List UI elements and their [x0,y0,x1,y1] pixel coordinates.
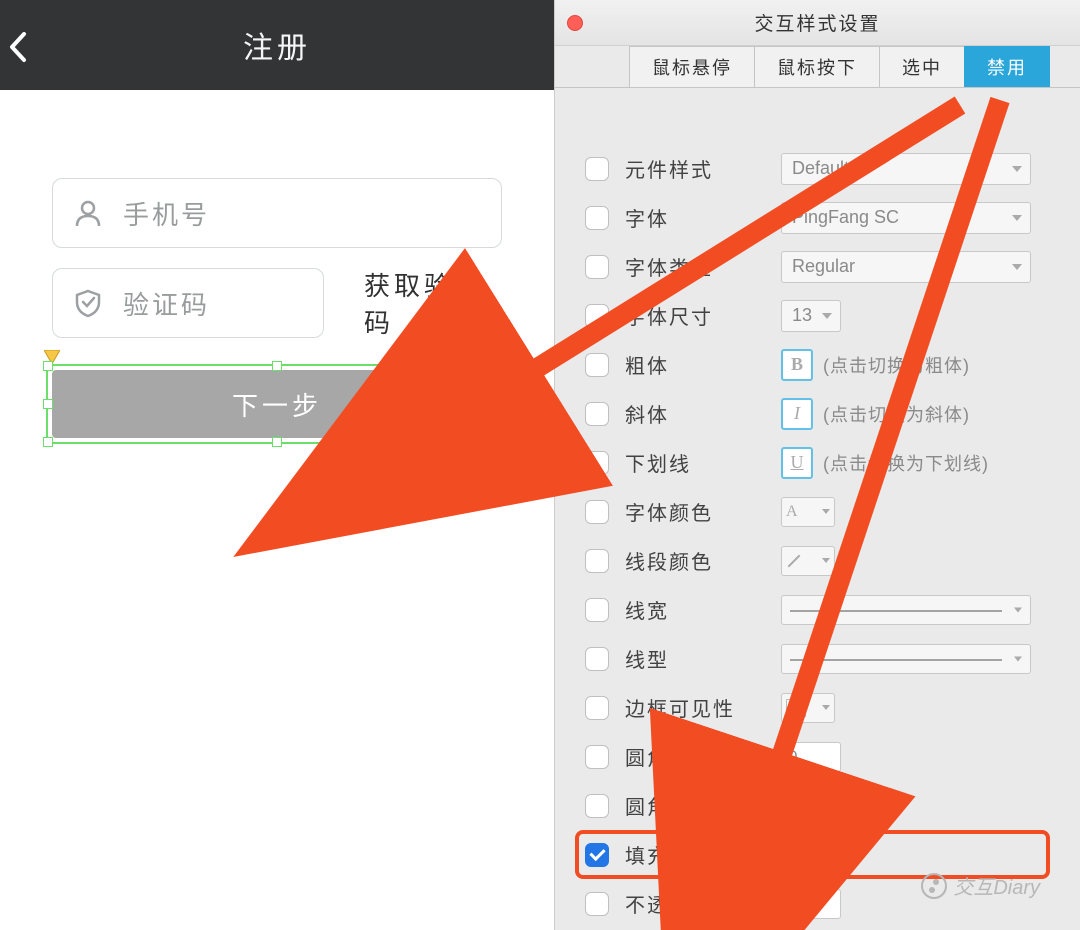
row-italic: 斜体 I (点击切换为斜体) [585,389,1050,438]
font-type-select[interactable]: Regular [781,251,1031,283]
label: 线宽 [625,595,765,624]
checkbox[interactable] [585,402,609,426]
row-line-width: 线宽 [585,585,1050,634]
checkbox[interactable] [585,157,609,181]
resize-handle[interactable] [501,437,511,447]
corner-radius-input[interactable]: 0 [781,742,841,772]
checkbox[interactable] [585,500,609,524]
label: 元件样式 [625,154,765,183]
resize-handle[interactable] [43,437,53,447]
next-button-label: 下一步 [232,386,322,423]
tab-selected[interactable]: 选中 [879,46,965,87]
label: 下划线 [625,448,765,477]
hint: (点击切换为粗体) [823,352,970,378]
checkbox[interactable] [585,745,609,769]
label: 斜体 [625,399,765,428]
row-font-color: 字体颜色 A [585,487,1050,536]
label: 圆角半径 [625,742,765,771]
label: 不透明 (%) [625,889,765,918]
row-font-type: 字体类型 Regular [585,242,1050,291]
selection-flag-icon [44,350,60,369]
tab-disabled[interactable]: 禁用 [964,46,1050,87]
label: 边框可见性 [625,693,765,722]
checkbox[interactable] [585,696,609,720]
label: 线型 [625,644,765,673]
label: 圆角可见性 [625,791,765,820]
row-corner-visibility: 圆角可见性 [585,781,1050,830]
phone-field[interactable]: 手机号 [52,178,502,248]
user-icon [71,196,105,230]
line-color-picker[interactable] [781,546,835,576]
checkbox[interactable] [585,647,609,671]
window-titlebar: 交互样式设置 [555,0,1080,46]
fill-color-picker[interactable] [781,840,835,870]
checkbox[interactable] [585,843,609,867]
label: 字体类型 [625,252,765,281]
qq-icon [460,286,488,314]
checkbox[interactable] [585,451,609,475]
row-font-size: 字体尺寸 13 [585,291,1050,340]
style-panel: 交互样式设置 鼠标悬停 鼠标按下 选中 禁用 元件样式 Default 字体 P… [555,0,1080,930]
label: 字体 [625,203,765,232]
row-line-color: 线段颜色 [585,536,1050,585]
hint: (点击切换为下划线) [823,450,989,476]
checkbox[interactable] [585,794,609,818]
widget-style-select[interactable]: Default [781,153,1031,185]
checkbox[interactable] [585,206,609,230]
phone-placeholder: 手机号 [123,195,210,232]
bold-icon[interactable]: B [781,349,813,381]
font-color-picker[interactable]: A [781,497,835,527]
label: 字体尺寸 [625,301,765,330]
border-visibility-select[interactable] [781,693,835,723]
label: 线段颜色 [625,546,765,575]
hint: (点击切换为斜体) [823,401,970,427]
watermark: 交互Diary [921,871,1040,900]
checkbox[interactable] [585,255,609,279]
checkbox[interactable] [585,353,609,377]
line-type-select[interactable] [781,644,1031,674]
app-header: 注册 [0,0,554,90]
label: 粗体 [625,350,765,379]
row-corner-radius: 圆角半径 0 [585,732,1050,781]
mockup-canvas: 注册 手机号 验证码 获取验证码 下一步 [0,0,555,930]
resize-handle[interactable] [43,361,53,371]
label: 字体颜色 [625,497,765,526]
row-font: 字体 PingFang SC [585,193,1050,242]
font-select[interactable]: PingFang SC [781,202,1031,234]
row-underline: 下划线 U (点击切换为下划线) [585,438,1050,487]
checkbox[interactable] [585,304,609,328]
checkbox[interactable] [585,598,609,622]
shield-icon [71,286,105,320]
underline-icon[interactable]: U [781,447,813,479]
row-border-visibility: 边框可见性 [585,683,1050,732]
rotate-handle[interactable] [492,354,508,370]
next-button[interactable]: 下一步 [52,370,502,438]
resize-handle[interactable] [272,437,282,447]
italic-icon[interactable]: I [781,398,813,430]
checkbox[interactable] [585,549,609,573]
label: 填充颜色 [625,840,765,869]
code-placeholder: 验证码 [123,285,210,322]
code-field[interactable]: 验证码 [52,268,324,338]
watermark-text: 交互Diary [953,871,1040,900]
tab-hover[interactable]: 鼠标悬停 [629,46,755,87]
wechat-icon [921,873,947,899]
resize-handle[interactable] [501,399,511,409]
state-tabs: 鼠标悬停 鼠标按下 选中 禁用 [555,46,1080,88]
corner-visibility-select[interactable] [781,791,835,821]
row-bold: 粗体 B (点击切换为粗体) [585,340,1050,389]
panel-title: 交互样式设置 [555,9,1080,36]
back-icon[interactable] [6,30,28,69]
opacity-input[interactable]: 100 [781,889,841,919]
line-width-select[interactable] [781,595,1031,625]
font-size-select[interactable]: 13 [781,300,841,332]
checkbox[interactable] [585,892,609,916]
row-line-type: 线型 [585,634,1050,683]
row-widget-style: 元件样式 Default [585,144,1050,193]
tab-mousedown[interactable]: 鼠标按下 [754,46,880,87]
page-title: 注册 [243,23,311,67]
